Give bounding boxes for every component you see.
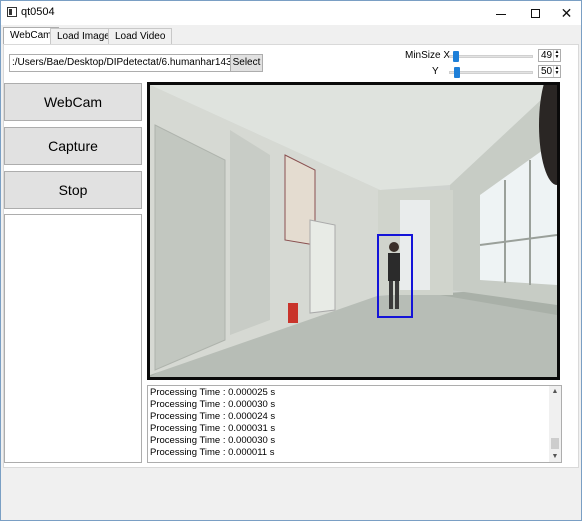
minimize-button[interactable] xyxy=(484,1,518,25)
app-icon xyxy=(7,7,17,17)
log-scrollbar[interactable]: ▲ ▼ xyxy=(549,386,561,462)
scroll-up-icon[interactable]: ▲ xyxy=(549,386,561,397)
slider-groove xyxy=(449,55,533,58)
slider-handle[interactable] xyxy=(454,67,460,78)
scroll-down-icon[interactable]: ▼ xyxy=(549,451,561,462)
select-button[interactable]: Select xyxy=(230,54,263,72)
spinbox-value: 50 xyxy=(541,66,553,77)
stop-button[interactable]: Stop xyxy=(4,171,142,209)
spin-arrows-icon[interactable]: ▲ ▼ xyxy=(553,50,560,61)
spin-arrows-icon[interactable]: ▲ ▼ xyxy=(553,66,560,77)
scroll-thumb[interactable] xyxy=(551,438,559,449)
slider-groove xyxy=(449,71,533,74)
title-bar[interactable]: qt0504 ✕ xyxy=(1,1,581,25)
webcam-tab-pane: :/Users/Bae/Desktop/DIPdetectat/6.humanh… xyxy=(3,44,579,468)
cascade-path-input[interactable]: :/Users/Bae/Desktop/DIPdetectat/6.humanh… xyxy=(9,54,232,72)
minsize-y-spinbox[interactable]: 50 ▲ ▼ xyxy=(538,65,561,78)
minsize-x-slider[interactable] xyxy=(449,51,533,62)
log-lines: Processing Time : 0.000025 s Processing … xyxy=(150,387,275,459)
side-list-panel[interactable] xyxy=(4,214,142,463)
corridor-scene xyxy=(150,85,557,377)
spinbox-value: 49 xyxy=(541,50,553,61)
webcam-button[interactable]: WebCam xyxy=(4,83,142,121)
minsize-y-label: Y xyxy=(432,66,439,77)
slider-handle[interactable] xyxy=(453,51,459,62)
log-line: Processing Time : 0.000031 s xyxy=(150,423,276,434)
close-button[interactable]: ✕ xyxy=(552,1,581,25)
close-icon: ✕ xyxy=(560,4,573,21)
maximize-icon xyxy=(530,8,540,18)
minimize-icon xyxy=(496,13,506,15)
webcam-video-frame xyxy=(147,82,560,380)
app-window: qt0504 ✕ WebCam Load Image Load Video :/… xyxy=(0,0,582,521)
minsize-y-slider[interactable] xyxy=(449,67,533,78)
minsize-x-spinbox[interactable]: 49 ▲ ▼ xyxy=(538,49,561,62)
window-title: qt0504 xyxy=(21,6,55,18)
maximize-button[interactable] xyxy=(518,1,552,25)
log-line: Processing Time : 0.000030 s xyxy=(150,399,276,410)
log-line: Processing Time : 0.000011 s xyxy=(150,447,275,458)
processing-log[interactable]: Processing Time : 0.000025 s Processing … xyxy=(147,385,562,463)
capture-button[interactable]: Capture xyxy=(4,127,142,165)
tab-load-image[interactable]: Load Image xyxy=(50,28,117,45)
minsize-x-label: MinSize X xyxy=(405,50,451,61)
log-line: Processing Time : 0.000024 s xyxy=(150,411,276,422)
log-line: Processing Time : 0.000025 s xyxy=(150,387,276,398)
tab-load-video[interactable]: Load Video xyxy=(108,28,173,45)
log-line: Processing Time : 0.000030 s xyxy=(150,435,276,446)
